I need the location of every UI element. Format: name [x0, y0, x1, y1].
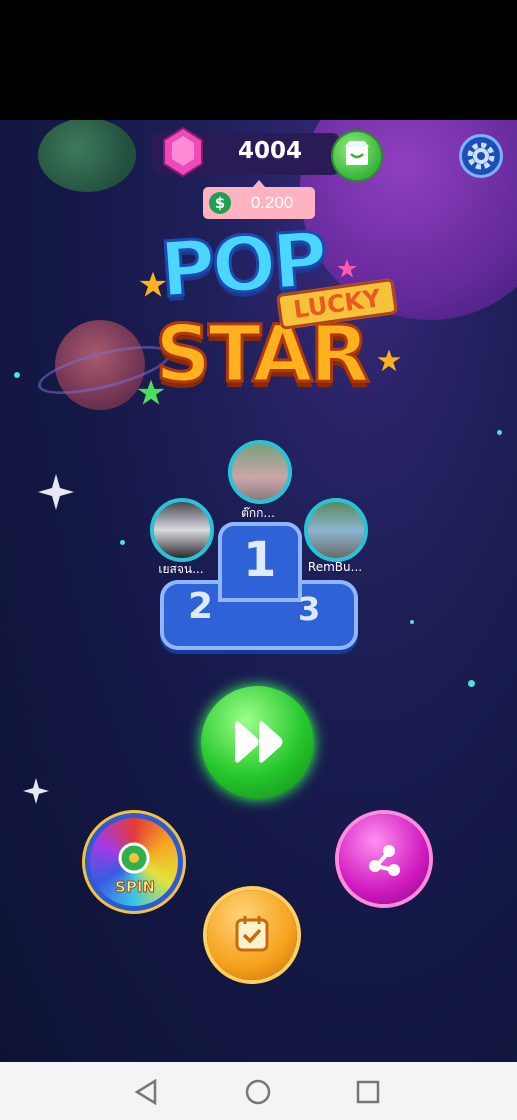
star-icon: [337, 259, 357, 278]
calendar-check-icon: [235, 916, 269, 952]
star-dot: [120, 540, 125, 545]
gear-icon: [467, 142, 495, 170]
rank-first: 1: [243, 532, 277, 588]
daily-reward-button[interactable]: [207, 890, 297, 980]
recents-icon[interactable]: [348, 1072, 388, 1112]
logo-star-text: STAR: [154, 309, 372, 402]
game-screen: 4004 $ 0.200 POP STAR LUCKY 1 2 3 ต๊กก..…: [0, 120, 517, 1062]
cash-amount: 0.200: [250, 193, 294, 212]
rank-third: 3: [298, 590, 321, 628]
home-icon[interactable]: [238, 1072, 278, 1112]
rank-second: 2: [188, 586, 214, 627]
fast-forward-icon: [235, 721, 283, 763]
sparkle-icon: [38, 474, 74, 510]
star-dot: [497, 430, 502, 435]
player-name-first: ต๊กก...: [241, 506, 275, 520]
status-bar: [0, 0, 517, 120]
cash-pill-notch: [253, 180, 265, 187]
sparkle-icon: [23, 778, 49, 804]
system-navigation-bar: [0, 1062, 517, 1120]
share-icon: [369, 845, 400, 876]
gem-count: 4004: [237, 138, 302, 164]
dollar-icon: $: [209, 192, 231, 214]
play-button[interactable]: [201, 686, 314, 799]
star-dot: [14, 372, 20, 378]
shop-icon: [345, 141, 369, 165]
spin-label: SPIN: [115, 878, 156, 897]
player-name-second: เยสจน...: [158, 562, 204, 576]
star-dot: [410, 620, 414, 624]
avatar-second-place[interactable]: [150, 498, 214, 562]
star-dot: [468, 680, 475, 687]
settings-button[interactable]: [459, 134, 503, 178]
gem-icon: [163, 126, 203, 178]
star-icon: [377, 349, 401, 372]
player-name-third: RemBu...: [307, 560, 363, 574]
back-icon[interactable]: [127, 1072, 167, 1112]
avatar-first-place[interactable]: [228, 440, 292, 504]
green-planet-decoration: [38, 120, 136, 192]
shop-button[interactable]: [333, 132, 381, 180]
avatar-third-place[interactable]: [304, 498, 368, 562]
share-button[interactable]: [339, 814, 429, 904]
